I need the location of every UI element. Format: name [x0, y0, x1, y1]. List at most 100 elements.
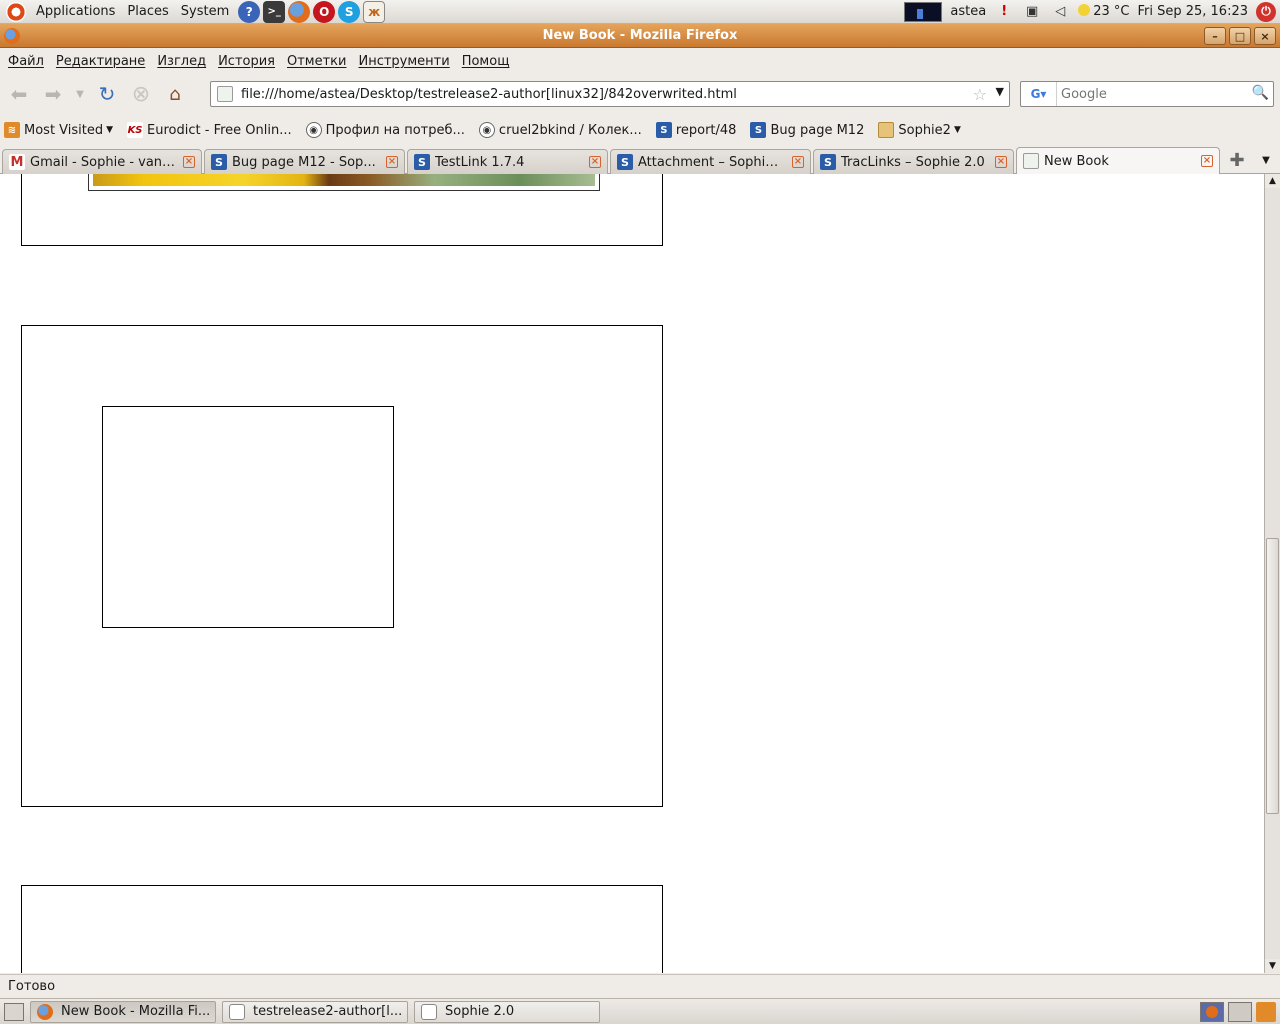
close-icon[interactable]: × — [589, 156, 601, 168]
document-icon — [229, 1003, 245, 1020]
minimize-button[interactable]: – — [1204, 27, 1226, 45]
clock[interactable]: Fri Sep 25, 16:23 — [1137, 4, 1248, 19]
task-sophie[interactable]: Sophie 2.0 — [414, 1000, 600, 1023]
scroll-down-icon[interactable]: ▼ — [1265, 959, 1280, 973]
menu-file[interactable]: Файл — [2, 54, 50, 69]
gnome-top-panel: Applications Places System ? >_ O S ж as… — [0, 0, 1280, 24]
system-monitor-graph[interactable] — [904, 1, 943, 22]
workspace-1[interactable] — [1200, 1001, 1224, 1022]
tab-traclinks[interactable]: S TracLinks – Sophie 2.0 × — [813, 149, 1014, 174]
temperature: 23 °C — [1093, 4, 1130, 19]
user-name[interactable]: astea — [950, 4, 986, 19]
book-page-frame — [21, 174, 663, 246]
tab-list-chevron-icon[interactable]: ▼ — [1256, 151, 1276, 171]
system-menu[interactable]: System — [175, 0, 235, 24]
window-titlebar[interactable]: New Book - Mozilla Firefox – □ × — [0, 24, 1280, 48]
help-icon[interactable]: ? — [238, 0, 261, 23]
close-icon[interactable]: × — [995, 156, 1007, 168]
sunflower-image-frame[interactable] — [88, 174, 600, 191]
update-notifier-icon[interactable]: ! — [994, 2, 1014, 22]
trash-icon[interactable] — [1256, 1001, 1276, 1022]
sophie-icon: S — [820, 154, 836, 170]
butterfly-icon[interactable]: ж — [363, 0, 386, 23]
page-icon[interactable] — [217, 86, 233, 102]
url-text[interactable]: file:///home/astea/Desktop/testrelease2-… — [241, 87, 737, 102]
menu-help[interactable]: Помощ — [456, 54, 516, 69]
firefox-icon — [37, 1003, 53, 1020]
page-content[interactable] — [0, 174, 1264, 973]
bookmark-star-icon[interactable]: ☆ — [973, 85, 987, 104]
skype-icon[interactable]: S — [338, 0, 361, 23]
tab-new-book[interactable]: New Book × — [1016, 147, 1220, 174]
forward-arrow-icon[interactable]: ➡ — [38, 79, 68, 109]
terminal-icon[interactable]: >_ — [263, 0, 286, 23]
bookmark-profile[interactable]: ◉ Профил на потреб... — [305, 122, 465, 138]
close-icon[interactable]: × — [1201, 155, 1213, 167]
scrollbar-thumb[interactable] — [1266, 538, 1279, 814]
maximize-button[interactable]: □ — [1229, 27, 1251, 45]
google-engine-icon[interactable]: G▾ — [1021, 82, 1057, 106]
menu-edit[interactable]: Редактиране — [50, 54, 151, 69]
menu-tools[interactable]: Инструменти — [352, 54, 455, 69]
tab-label: Gmail - Sophie - vany... — [30, 154, 177, 170]
scroll-up-icon[interactable]: ▲ — [1265, 174, 1280, 188]
bookmark-report48[interactable]: S report/48 — [655, 122, 737, 138]
task-firefox[interactable]: New Book - Mozilla Fi... — [30, 1000, 216, 1023]
search-box[interactable]: G▾ 🔍 — [1020, 81, 1274, 107]
home-icon[interactable]: ⌂ — [160, 79, 190, 109]
address-bar[interactable]: file:///home/astea/Desktop/testrelease2-… — [210, 81, 1010, 107]
sophie-icon: S — [211, 154, 227, 170]
stop-icon[interactable]: ⊗ — [126, 79, 156, 109]
workspace-2[interactable] — [1228, 1001, 1252, 1022]
close-icon[interactable]: × — [386, 156, 398, 168]
menu-bookmarks[interactable]: Отметки — [281, 54, 352, 69]
power-icon[interactable]: ⏻ — [1256, 1, 1276, 22]
new-tab-icon[interactable]: ✚ — [1226, 150, 1248, 172]
menu-view[interactable]: Изглед — [151, 54, 212, 69]
workspace-switcher — [1200, 1001, 1280, 1022]
firefox-icon[interactable] — [4, 28, 20, 44]
bookmark-cruel2bkind[interactable]: ◉ cruel2bkind / Колек... — [478, 122, 642, 138]
show-desktop-icon[interactable] — [4, 1002, 24, 1021]
tab-bug-page[interactable]: S Bug page M12 - Sop... × — [204, 149, 405, 174]
system-tray: astea ! ▣ ◁ 23 °C Fri Sep 25, 16:23 ⏻ — [904, 0, 1280, 24]
close-icon[interactable]: × — [792, 156, 804, 168]
empty-frame[interactable] — [102, 406, 394, 628]
places-menu[interactable]: Places — [121, 0, 174, 24]
bookmark-label: Sophie2 — [898, 122, 951, 138]
search-icon[interactable]: 🔍 — [1252, 85, 1269, 101]
back-arrow-icon[interactable]: ⬅ — [4, 79, 34, 109]
rss-icon: ≋ — [4, 122, 20, 138]
page-icon — [1023, 153, 1039, 169]
weather-indicator[interactable]: 23 °C — [1078, 4, 1129, 19]
chevron-down-icon: ▼ — [106, 125, 114, 135]
history-dropdown-icon[interactable]: ▼ — [72, 79, 88, 109]
applications-menu[interactable]: Applications — [30, 0, 121, 24]
bookmark-bug-page-m12[interactable]: S Bug page M12 — [750, 122, 864, 138]
bookmark-eurodict[interactable]: KS Eurodict - Free Onlin... — [127, 122, 292, 138]
book-page-frame — [21, 885, 663, 973]
ubuntu-logo-icon[interactable] — [6, 1, 26, 22]
search-input[interactable] — [1057, 86, 1247, 102]
bookmark-folder-sophie2[interactable]: Sophie2 ▼ — [878, 122, 961, 138]
network-icon[interactable]: ▣ — [1022, 2, 1042, 22]
tab-attachment[interactable]: S Attachment – Sophie ... × — [610, 149, 811, 174]
menu-history[interactable]: История — [212, 54, 281, 69]
tab-gmail[interactable]: M Gmail - Sophie - vany... × — [2, 149, 202, 174]
tab-testlink[interactable]: S TestLink 1.7.4 × — [407, 149, 608, 174]
firefox-icon[interactable] — [288, 0, 311, 23]
bookmark-most-visited[interactable]: ≋ Most Visited ▼ — [4, 122, 113, 138]
sophie-icon: S — [750, 122, 767, 138]
close-button[interactable]: × — [1254, 27, 1276, 45]
task-testrelease[interactable]: testrelease2-author[l... — [222, 1000, 408, 1023]
folder-icon — [878, 122, 895, 138]
close-icon[interactable]: × — [183, 156, 195, 168]
volume-icon[interactable]: ◁ — [1050, 2, 1070, 22]
reload-icon[interactable]: ↻ — [92, 79, 122, 109]
vertical-scrollbar[interactable]: ▲ ▼ — [1264, 174, 1280, 973]
opera-icon[interactable]: O — [313, 0, 336, 23]
bookmark-label: report/48 — [675, 122, 737, 138]
window-title: New Book - Mozilla Firefox — [542, 28, 738, 43]
url-dropdown-icon[interactable]: ▼ — [996, 85, 1004, 98]
task-label: Sophie 2.0 — [445, 1004, 515, 1019]
